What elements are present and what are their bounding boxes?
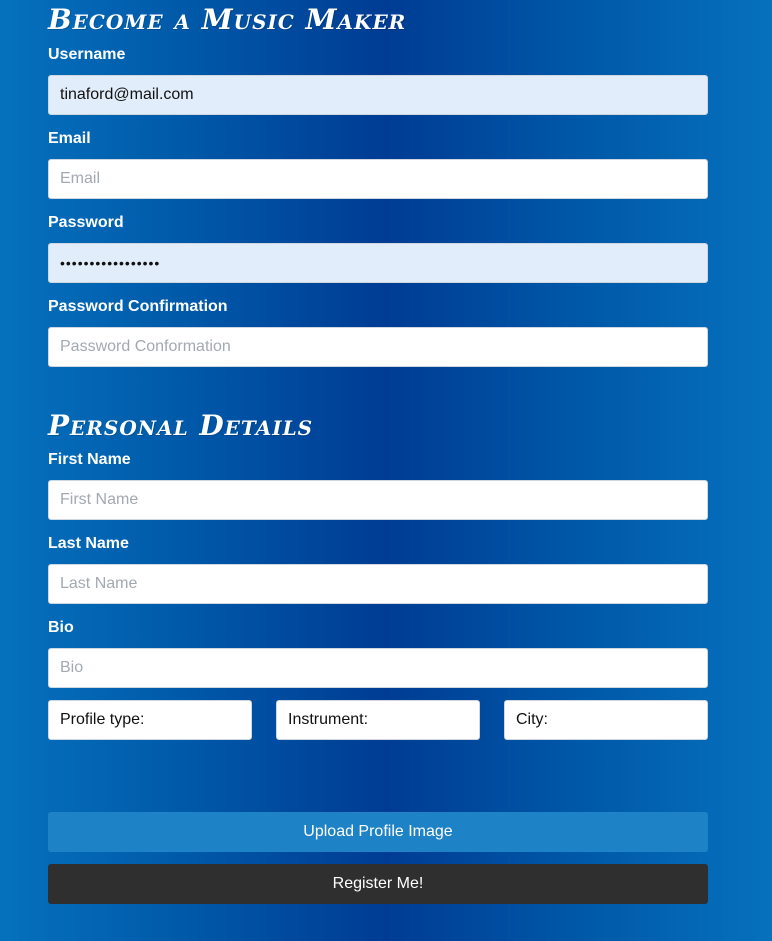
page-title: Become a Music Maker bbox=[48, 3, 407, 36]
username-input[interactable] bbox=[48, 75, 708, 115]
bio-input[interactable] bbox=[48, 648, 708, 688]
personal-details-title: Personal Details bbox=[48, 409, 314, 442]
first-name-input[interactable] bbox=[48, 480, 708, 520]
bio-label: Bio bbox=[48, 619, 74, 636]
last-name-label: Last Name bbox=[48, 535, 129, 552]
city-select[interactable]: City: bbox=[504, 700, 708, 740]
instrument-select-label: Instrument: bbox=[288, 711, 369, 728]
profile-type-select-label: Profile type: bbox=[60, 711, 145, 728]
first-name-label: First Name bbox=[48, 451, 131, 468]
email-input[interactable] bbox=[48, 159, 708, 199]
last-name-input[interactable] bbox=[48, 564, 708, 604]
username-label: Username bbox=[48, 46, 126, 63]
password-confirmation-input[interactable] bbox=[48, 327, 708, 367]
email-label: Email bbox=[48, 130, 91, 147]
password-confirmation-label: Password Confirmation bbox=[48, 298, 228, 315]
instrument-select[interactable]: Instrument: bbox=[276, 700, 480, 740]
password-label: Password bbox=[48, 214, 124, 231]
register-button[interactable]: Register Me! bbox=[48, 864, 708, 904]
profile-type-select[interactable]: Profile type: bbox=[48, 700, 252, 740]
password-input[interactable] bbox=[48, 243, 708, 283]
upload-profile-image-button[interactable]: Upload Profile Image bbox=[48, 812, 708, 852]
city-select-label: City: bbox=[516, 711, 548, 728]
